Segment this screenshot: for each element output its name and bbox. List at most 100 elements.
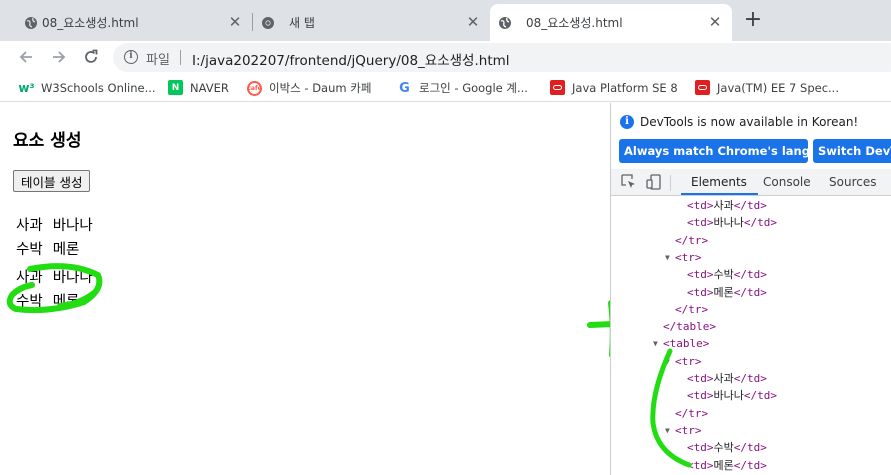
dom-node-line[interactable]: <td>사과</td> — [687, 197, 767, 214]
dom-node-line[interactable]: <td>바나나</td> — [687, 214, 777, 231]
bookmarks-bar: w³ W3Schools Online... N NAVER cafe 이박스 … — [0, 74, 891, 102]
device-toolbar-icon[interactable] — [646, 174, 662, 190]
page-title: 요소 생성 — [13, 131, 82, 151]
close-tab-button[interactable]: ✕ — [464, 13, 482, 31]
reload-button[interactable] — [79, 45, 103, 69]
dom-tag: <td> — [687, 458, 714, 472]
dom-node-line[interactable]: </tr> — [675, 301, 708, 318]
dom-node-line[interactable]: <td>수박</td> — [687, 266, 767, 283]
dom-node-line[interactable]: ▼ <tr> — [665, 422, 702, 439]
dom-node-line[interactable]: <td>메론</td> — [687, 457, 767, 474]
dom-text: 수박 — [713, 268, 734, 282]
browser-tab-2[interactable]: 새 탭 ✕ — [253, 4, 490, 41]
bookmark-java-se8[interactable]: Java Platform SE 8 — [550, 80, 678, 95]
table-row: 사과 바나나 — [13, 264, 100, 288]
dom-tag: <td> — [687, 441, 714, 455]
close-tab-button[interactable]: ✕ — [706, 13, 724, 31]
tab-sources[interactable]: Sources — [829, 175, 876, 189]
expand-triangle-icon[interactable]: ▼ — [665, 353, 670, 370]
dom-tag: </td> — [733, 285, 767, 299]
dom-tag: <td> — [687, 216, 714, 230]
notice-text: DevTools is now available in Korean! — [640, 115, 859, 129]
dom-tag: <td> — [687, 389, 714, 403]
bookmark-daum-cafe[interactable]: cafe 이박스 - Daum 카페 — [247, 80, 371, 96]
table-cell: 메론 — [52, 241, 80, 258]
address-bar[interactable]: i 파일 I:/java202207/frontend/jQuery/08_요소… — [113, 43, 891, 72]
bookmark-label: Java Platform SE 8 — [572, 80, 678, 95]
match-language-button[interactable]: Always match Chrome's language — [619, 139, 808, 163]
devtools-panel: i DevTools is now available in Korean! A… — [610, 103, 891, 475]
dom-node-line[interactable]: ▼ <tr> — [665, 353, 702, 370]
page-viewport: 요소 생성 테이블 생성 사과 바나나 수박 메론 사과 바나나 수박 메론 — [0, 103, 610, 475]
dom-tag: </td> — [733, 199, 767, 212]
close-tab-button[interactable]: ✕ — [226, 13, 244, 31]
dom-text: 바나나 — [713, 216, 744, 230]
bookmark-google[interactable]: G 로그인 - Google 계... — [397, 80, 528, 96]
dom-node-line[interactable]: </tr> — [675, 405, 708, 422]
table-cell: 수박 — [16, 241, 43, 258]
dom-tag: <table> — [663, 337, 710, 351]
expand-triangle-icon[interactable]: ▼ — [665, 249, 670, 266]
dom-node-line[interactable]: <td>사과</td> — [687, 370, 767, 387]
dom-node-line[interactable]: <td>수박</td> — [687, 439, 767, 456]
back-button[interactable] — [14, 45, 38, 69]
bookmark-w3schools[interactable]: w³ W3Schools Online... — [18, 80, 156, 95]
dom-text: 사과 — [713, 372, 734, 385]
active-tab-indicator — [681, 193, 758, 195]
switch-devtools-button[interactable]: Switch DevTools — [813, 139, 891, 163]
tab-title: 08_요소생성.html — [42, 16, 139, 30]
table-cell: 사과 — [16, 217, 43, 234]
toolbar-divider — [670, 175, 671, 191]
dom-node-line[interactable]: ▼ <tr> — [665, 249, 702, 266]
bookmark-naver[interactable]: N NAVER — [168, 80, 229, 95]
tab-title: 새 탭 — [289, 16, 315, 30]
bookmark-label: W3Schools Online... — [41, 80, 156, 95]
dom-text: 수박 — [713, 441, 734, 455]
inspect-element-icon[interactable] — [621, 174, 637, 190]
dom-node-line[interactable]: ▼ <table> — [653, 335, 710, 352]
table-cell: 사과 — [16, 269, 43, 286]
browser-tab-3[interactable]: 08_요소생성.html ✕ — [490, 4, 732, 41]
forward-button[interactable] — [47, 45, 71, 69]
info-icon[interactable]: i — [124, 50, 138, 64]
dom-text: 메론 — [713, 458, 734, 472]
dom-node-line[interactable]: <td>메론</td> — [687, 284, 767, 301]
dom-node-line[interactable]: <td>바나나</td> — [687, 387, 777, 404]
dom-text: 메론 — [713, 285, 734, 299]
daum-cafe-icon: cafe — [247, 80, 262, 96]
dom-tag: <tr> — [675, 250, 702, 264]
tab-strip: 08_요소생성.html ✕ 새 탭 ✕ 08_요소생성.html ✕ + — [0, 0, 891, 41]
bookmark-label: NAVER — [190, 80, 229, 95]
globe-icon — [499, 17, 511, 29]
browser-tab-1[interactable]: 08_요소생성.html ✕ — [16, 4, 252, 41]
dom-tag: </tr> — [675, 302, 709, 316]
expand-triangle-icon[interactable]: ▼ — [653, 335, 658, 352]
expand-triangle-icon[interactable]: ▼ — [665, 422, 670, 439]
tab-elements[interactable]: Elements — [691, 175, 747, 189]
create-table-button[interactable]: 테이블 생성 — [13, 170, 91, 192]
table-cell: 바나나 — [52, 217, 93, 234]
new-tab-button[interactable]: + — [742, 9, 764, 31]
scheme-label: 파일 — [146, 53, 170, 68]
dom-node-line[interactable]: </table> — [663, 318, 716, 335]
naver-icon: N — [168, 80, 183, 95]
dom-tag: <td> — [687, 199, 714, 212]
globe-icon — [25, 17, 37, 29]
url-text[interactable]: I:/java202207/frontend/jQuery/08_요소생성.ht… — [192, 49, 510, 69]
table-cell: 수박 — [16, 293, 43, 310]
dom-tag: </tr> — [675, 406, 709, 420]
w3schools-icon: w³ — [18, 80, 35, 95]
table-row: 사과 바나나 — [13, 212, 100, 236]
bookmark-java-ee7[interactable]: Java(TM) EE 7 Spec... — [695, 80, 839, 95]
tab-console[interactable]: Console — [763, 175, 811, 189]
reload-icon — [85, 49, 98, 63]
fruit-table-2: 사과 바나나 수박 메론 — [13, 264, 100, 312]
dom-tag: <tr> — [675, 354, 702, 368]
arrow-right-icon — [53, 51, 66, 63]
dom-node-line[interactable]: </tr> — [675, 232, 708, 249]
dom-tag: <td> — [687, 285, 714, 299]
table-row: 수박 메론 — [13, 236, 100, 260]
dom-tag: <td> — [687, 268, 714, 282]
info-icon: i — [620, 115, 634, 129]
table-cell: 바나나 — [52, 269, 93, 286]
